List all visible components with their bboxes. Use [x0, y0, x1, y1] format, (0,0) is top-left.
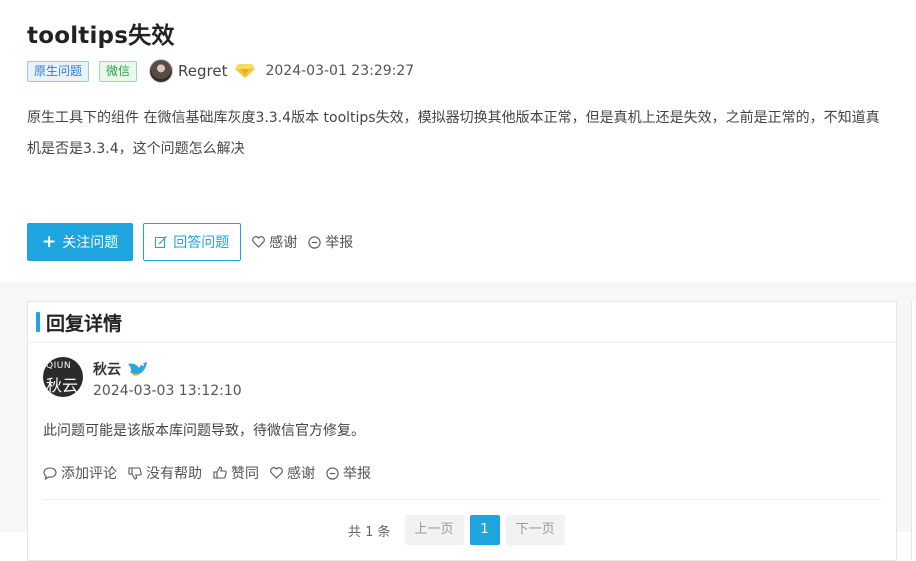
- add-comment-button[interactable]: 添加评论: [43, 463, 117, 483]
- reply-detail-card: 回复详情 QIUN 秋云 秋云 2024-03-03 13:12:10 此问题可…: [27, 301, 897, 561]
- thanks-button[interactable]: 感谢: [252, 232, 297, 252]
- reply-detail-header: 回复详情: [28, 302, 896, 343]
- report-button[interactable]: 举报: [308, 232, 353, 252]
- reply-thanks-button[interactable]: 感谢: [270, 463, 315, 483]
- accent-bar: [36, 312, 40, 332]
- prev-page-button[interactable]: 上一页: [404, 515, 464, 545]
- reply-divider: [43, 499, 881, 500]
- pagination: 共 1 条 上一页 1 下一页: [348, 515, 571, 545]
- bird-badge-icon: [128, 362, 147, 376]
- replies-area: 回复详情 QIUN 秋云 秋云 2024-03-03 13:12:10 此问题可…: [0, 282, 916, 561]
- add-comment-label: 添加评论: [61, 466, 117, 482]
- avatar-cn-text: 秋云: [46, 376, 79, 395]
- follow-question-button[interactable]: + 关注问题: [27, 223, 134, 261]
- current-page-button[interactable]: 1: [469, 515, 500, 545]
- avatar-ring-text: QIUN: [46, 361, 72, 371]
- tag-wechat[interactable]: 微信: [99, 60, 138, 82]
- side-panel-edge: [911, 301, 916, 561]
- reply-detail-title: 回复详情: [46, 312, 123, 335]
- edit-icon: [155, 236, 168, 248]
- thumbs-down-icon: [128, 467, 142, 480]
- reply-author[interactable]: 秋云: [93, 359, 149, 379]
- follow-question-label: 关注问题: [62, 235, 119, 251]
- report-label: 举报: [325, 235, 354, 251]
- reply-report-label: 举报: [343, 466, 371, 482]
- answer-question-label: 回答问题: [173, 235, 230, 251]
- question-panel: tooltips失效 原生问题 微信 Regret 2024-03-01 23:…: [0, 0, 916, 282]
- reply-thanks-label: 感谢: [287, 466, 315, 482]
- question-actions: + 关注问题 回答问题 感谢 举报: [27, 223, 353, 261]
- reply-report-button[interactable]: 举报: [326, 463, 371, 483]
- pagination-total: 共 1 条: [348, 524, 391, 540]
- answer-question-button[interactable]: 回答问题: [143, 223, 242, 261]
- minus-circle-icon: [308, 235, 321, 249]
- question-meta: 原生问题 微信 Regret 2024-03-01 23:29:27: [27, 58, 414, 84]
- reply-time: 2024-03-03 13:12:10: [93, 383, 242, 399]
- question-content: 原生工具下的组件 在微信基础库灰度3.3.4版本 tooltips失效，模拟器切…: [27, 110, 880, 157]
- reply-actions: 添加评论 没有帮助 赞同 感谢 举报: [43, 463, 382, 483]
- vip-diamond-icon: [235, 61, 256, 81]
- heart-icon: [270, 467, 283, 479]
- tag-native-issue[interactable]: 原生问题: [27, 60, 90, 82]
- like-label: 赞同: [231, 466, 259, 482]
- like-button[interactable]: 赞同: [213, 463, 259, 483]
- thumbs-up-icon: [213, 466, 227, 479]
- author-avatar[interactable]: [149, 59, 174, 83]
- reply-text: 此问题可能是该版本库问题导致，待微信官方修复。: [43, 423, 365, 439]
- unhelpful-button[interactable]: 没有帮助: [128, 463, 202, 483]
- minus-circle-icon: [326, 466, 339, 480]
- plus-icon: +: [42, 232, 57, 252]
- question-title: tooltips失效: [27, 23, 175, 49]
- comment-icon: [43, 466, 57, 480]
- unhelpful-label: 没有帮助: [146, 466, 202, 482]
- next-page-button[interactable]: 下一页: [505, 515, 565, 545]
- thanks-label: 感谢: [269, 235, 298, 251]
- post-time: 2024-03-01 23:29:27: [265, 63, 415, 79]
- author-name[interactable]: Regret: [178, 62, 227, 80]
- heart-icon: [252, 236, 266, 248]
- reply-avatar[interactable]: QIUN 秋云: [43, 357, 83, 397]
- reply-author-name: 秋云: [93, 362, 121, 378]
